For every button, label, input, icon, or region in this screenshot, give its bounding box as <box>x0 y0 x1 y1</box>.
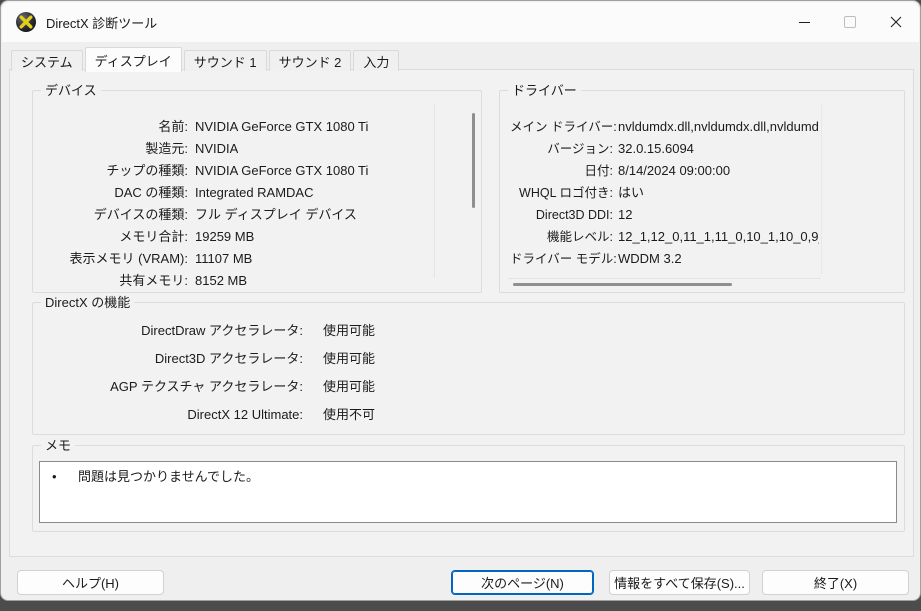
driver-row-d3d-ddi: Direct3D DDI: 12 <box>510 207 819 223</box>
help-button[interactable]: ヘルプ(H) <box>17 570 164 595</box>
field-value: 使用可能 <box>323 351 376 366</box>
driver-horizontal-scrollbar[interactable] <box>513 283 732 286</box>
features-rows: DirectDraw アクセラレータ: 使用可能 Direct3D アクセラレー… <box>45 323 892 435</box>
window-title: DirectX 診断ツール <box>46 15 158 31</box>
field-value: 12 <box>618 207 633 222</box>
device-row-vram: 表示メモリ (VRAM): 11107 MB <box>43 251 445 267</box>
field-label: 機能レベル: <box>547 230 613 244</box>
device-rows: 名前: NVIDIA GeForce GTX 1080 Ti 製造元: NVID… <box>43 119 445 295</box>
dxdiag-window: DirectX 診断ツール システム ディスプレイ サウンド 1 サウンド 2 … <box>0 0 921 601</box>
field-label: 製造元: <box>145 141 188 156</box>
device-group-title: デバイス <box>41 83 101 98</box>
field-value: 使用可能 <box>323 323 376 338</box>
driver-row-driver-model: ドライバー モデル: WDDM 3.2 <box>510 251 819 267</box>
next-page-button[interactable]: 次のページ(N) <box>451 570 594 595</box>
minimize-button[interactable] <box>781 2 827 42</box>
device-groupbox: デバイス 名前: NVIDIA GeForce GTX 1080 Ti 製造元:… <box>32 83 482 295</box>
driver-row-date: 日付: 8/14/2024 09:00:00 <box>510 163 819 179</box>
driver-row-version: バージョン: 32.0.15.6094 <box>510 141 819 157</box>
tab-input[interactable]: 入力 <box>353 50 400 71</box>
device-scroll-area-edge <box>434 103 435 278</box>
driver-row-feature-levels: 機能レベル: 12_1,12_0,11_1,11_0,10_1,10_0,9_3… <box>510 229 819 245</box>
feature-row-agp: AGP テクスチャ アクセラレータ: 使用可能 <box>45 379 892 395</box>
field-label: DirectX 12 Ultimate: <box>187 407 303 422</box>
device-row-total-memory: メモリ合計: 19259 MB <box>43 229 445 245</box>
field-value: 12_1,12_0,11_1,11_0,10_1,10_0,9_3,9_2,9_… <box>618 229 819 244</box>
feature-row-dx12-ultimate: DirectX 12 Ultimate: 使用不可 <box>45 407 892 423</box>
save-all-information-button[interactable]: 情報をすべて保存(S)... <box>609 570 750 595</box>
field-value: NVIDIA GeForce GTX 1080 Ti <box>195 119 369 134</box>
field-label: デバイスの種類: <box>93 207 188 222</box>
feature-row-direct3d: Direct3D アクセラレータ: 使用可能 <box>45 351 892 367</box>
device-row-name: 名前: NVIDIA GeForce GTX 1080 Ti <box>43 119 445 135</box>
field-value: NVIDIA GeForce GTX 1080 Ti <box>195 163 369 178</box>
device-row-device-type: デバイスの種類: フル ディスプレイ デバイス <box>43 207 445 223</box>
field-value: 32.0.15.6094 <box>618 141 694 156</box>
directx-app-icon <box>16 12 36 32</box>
driver-scroll-area-right-edge <box>821 103 822 274</box>
field-label: メモリ合計: <box>119 229 188 244</box>
field-value: 11107 MB <box>195 251 253 266</box>
device-row-manufacturer: 製造元: NVIDIA <box>43 141 445 157</box>
features-group-title: DirectX の機能 <box>41 295 135 310</box>
field-value: 19259 MB <box>195 229 255 244</box>
notes-line: • 問題は見つかりませんでした。 <box>52 469 896 485</box>
field-value: Integrated RAMDAC <box>195 185 314 200</box>
field-label: バージョン: <box>547 142 613 156</box>
maximize-icon <box>844 16 856 28</box>
field-label: 日付: <box>584 164 613 178</box>
close-button[interactable] <box>873 2 919 42</box>
field-label: メイン ドライバー: <box>510 120 617 134</box>
field-label: 名前: <box>158 119 188 134</box>
notes-textbox[interactable]: • 問題は見つかりませんでした。 <box>39 461 897 523</box>
field-value: 8152 MB <box>195 273 248 288</box>
close-icon <box>890 16 902 28</box>
display-tab-page: デバイス 名前: NVIDIA GeForce GTX 1080 Ti 製造元:… <box>9 69 914 557</box>
field-value: 8/14/2024 09:00:00 <box>618 163 731 178</box>
field-label: 共有メモリ: <box>119 273 188 288</box>
directx-features-groupbox: DirectX の機能 DirectDraw アクセラレータ: 使用可能 Dir… <box>32 295 905 435</box>
field-label: DAC の種類: <box>114 185 188 200</box>
notes-group-title: メモ <box>41 438 76 453</box>
bullet-icon: • <box>52 469 57 484</box>
driver-row-whql: WHQL ロゴ付き: はい <box>510 185 819 201</box>
driver-row-main-driver: メイン ドライバー: nvldumdx.dll,nvldumdx.dll,nvl… <box>510 119 819 135</box>
maximize-button <box>827 2 873 42</box>
device-row-chip-type: チップの種類: NVIDIA GeForce GTX 1080 Ti <box>43 163 445 179</box>
tab-sound2[interactable]: サウンド 2 <box>268 50 352 71</box>
driver-groupbox: ドライバー メイン ドライバー: nvldumdx.dll,nvldumdx.d… <box>499 83 905 293</box>
field-value: 使用可能 <box>323 379 376 394</box>
field-label: ドライバー モデル: <box>510 252 617 266</box>
device-row-dac-type: DAC の種類: Integrated RAMDAC <box>43 185 445 201</box>
device-row-shared-memory: 共有メモリ: 8152 MB <box>43 273 445 289</box>
field-value: nvldumdx.dll,nvldumdx.dll,nvldumdx.dll, <box>618 119 819 134</box>
notes-text: 問題は見つかりませんでした。 <box>78 469 259 484</box>
field-value: WDDM 3.2 <box>618 251 682 266</box>
driver-scroll-area-edge <box>508 278 821 279</box>
feature-row-directdraw: DirectDraw アクセラレータ: 使用可能 <box>45 323 892 339</box>
exit-button[interactable]: 終了(X) <box>762 570 909 595</box>
minimize-icon <box>798 21 810 23</box>
field-label: 表示メモリ (VRAM): <box>69 251 188 266</box>
field-label: WHQL ロゴ付き: <box>519 186 613 200</box>
field-label: チップの種類: <box>106 163 188 178</box>
driver-rows: メイン ドライバー: nvldumdx.dll,nvldumdx.dll,nvl… <box>510 119 819 273</box>
tab-system[interactable]: システム <box>11 50 83 71</box>
tab-sound1[interactable]: サウンド 1 <box>183 50 267 71</box>
field-value: はい <box>618 185 645 200</box>
field-value: NVIDIA <box>195 141 239 156</box>
titlebar[interactable]: DirectX 診断ツール <box>2 2 919 42</box>
field-value: フル ディスプレイ デバイス <box>195 207 357 222</box>
field-label: AGP テクスチャ アクセラレータ: <box>110 379 303 394</box>
field-label: Direct3D アクセラレータ: <box>154 351 303 366</box>
field-value: 使用不可 <box>323 407 376 422</box>
device-vertical-scrollbar[interactable] <box>472 113 475 208</box>
field-label: Direct3D DDI: <box>535 208 613 222</box>
tab-strip: システム ディスプレイ サウンド 1 サウンド 2 入力 <box>11 47 401 72</box>
tab-display[interactable]: ディスプレイ <box>84 47 182 72</box>
field-label: DirectDraw アクセラレータ: <box>141 323 303 338</box>
driver-group-title: ドライバー <box>508 83 581 98</box>
notes-groupbox: メモ • 問題は見つかりませんでした。 <box>32 438 905 532</box>
